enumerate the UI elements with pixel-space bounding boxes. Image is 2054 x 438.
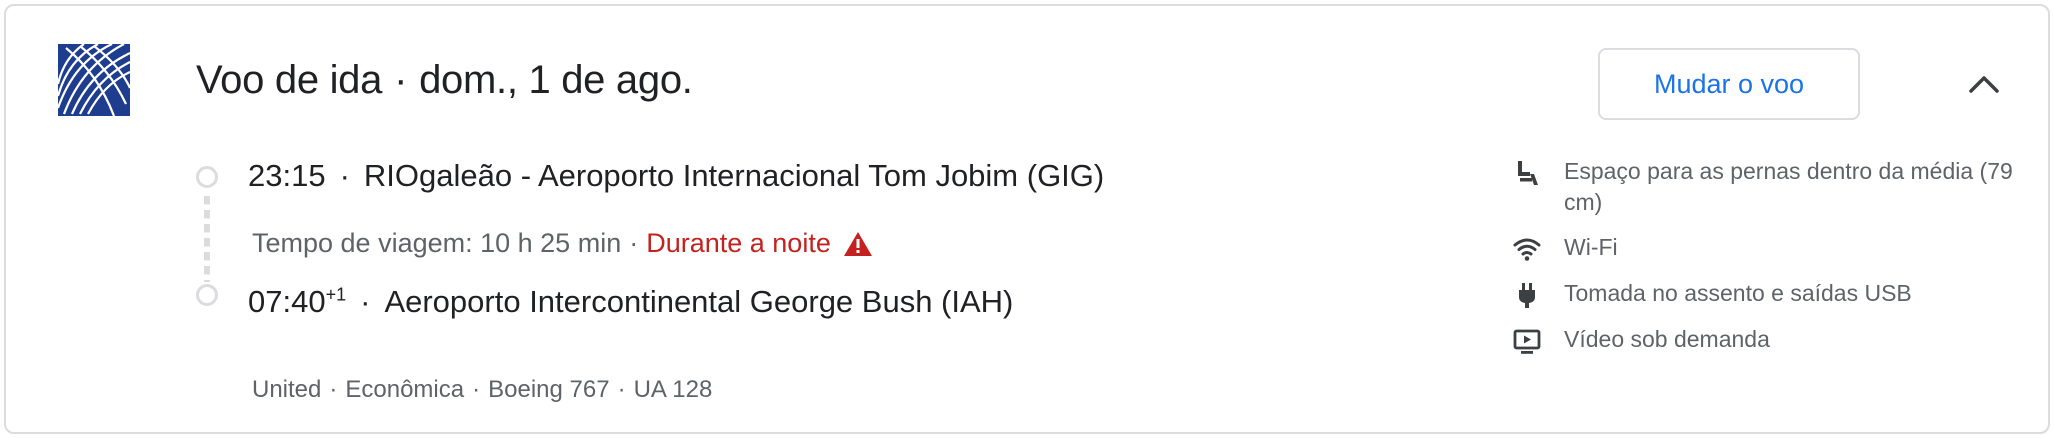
departure-airport: RIOgaleão - Aeroporto Internacional Tom … xyxy=(363,158,1105,193)
overnight-warning: Durante a noite xyxy=(646,228,831,258)
amenity-legroom: Espaço para as pernas dentro da média (7… xyxy=(1512,156,2032,218)
amenity-power: Tomada no assento e saídas USB xyxy=(1512,278,2032,310)
flight-card: Voo de ida · dom., 1 de ago. Mudar o voo 2… xyxy=(4,4,2050,434)
arrival-separator: · xyxy=(360,284,371,319)
change-flight-button[interactable]: Mudar o voo xyxy=(1598,48,1860,120)
amenity-label: Espaço para as pernas dentro da média (7… xyxy=(1564,158,2013,215)
departure-time: 23:15 xyxy=(248,158,326,193)
departure-dot xyxy=(196,166,218,188)
collapse-button[interactable] xyxy=(1956,58,2012,110)
title-date: dom., 1 de ago. xyxy=(419,58,693,102)
united-airlines-logo xyxy=(58,44,130,116)
legroom-icon xyxy=(1518,161,1538,185)
travel-duration: Tempo de viagem: 10 h 25 min · Durante a n… xyxy=(252,228,873,259)
details-separator: · xyxy=(617,376,626,403)
title-direction: Voo de ida xyxy=(196,58,383,102)
chevron-up-icon xyxy=(1969,76,1999,93)
wifi-icon xyxy=(1513,238,1541,261)
airline-name: United xyxy=(252,376,322,403)
flight-number: UA 128 xyxy=(633,376,713,403)
duration-label: Tempo de viagem: 10 h 25 min xyxy=(252,228,622,258)
arrival-row: 07:40+1 · Aeroporto Intercontinental Georg… xyxy=(248,284,1013,320)
amenities-list: Espaço para as pernas dentro da média (7… xyxy=(1512,156,2032,370)
details-separator: · xyxy=(329,376,338,403)
cabin-class: Econômica xyxy=(345,376,465,403)
details-separator: · xyxy=(472,376,481,403)
amenity-label: Tomada no assento e saídas USB xyxy=(1564,280,1912,306)
departure-row: 23:15 · RIOgaleão - Aeroporto Internaciona… xyxy=(248,158,1104,194)
aircraft-type: Boeing 767 xyxy=(488,376,610,403)
amenity-label: Vídeo sob demanda xyxy=(1564,326,1770,352)
title-separator: · xyxy=(394,58,408,102)
warning-icon xyxy=(843,231,872,256)
flight-details: United · Econômica · Boeing 767 · UA 128 xyxy=(252,376,712,404)
arrival-dot xyxy=(196,284,218,306)
arrival-airport: Aeroporto Intercontinental George Bush (… xyxy=(384,284,1014,319)
duration-separator: · xyxy=(629,228,639,258)
amenity-wifi: Wi-Fi xyxy=(1512,232,2032,264)
amenity-video: Vídeo sob demanda xyxy=(1512,324,2032,356)
page-title: Voo de ida · dom., 1 de ago. xyxy=(196,58,693,103)
amenity-label: Wi-Fi xyxy=(1564,234,1618,260)
arrival-day-offset: +1 xyxy=(325,284,347,305)
arrival-time: 07:40 xyxy=(248,284,326,319)
power-plug-icon xyxy=(1519,283,1535,308)
departure-separator: · xyxy=(339,158,350,193)
video-icon xyxy=(1513,329,1541,354)
timeline-line xyxy=(204,196,210,282)
